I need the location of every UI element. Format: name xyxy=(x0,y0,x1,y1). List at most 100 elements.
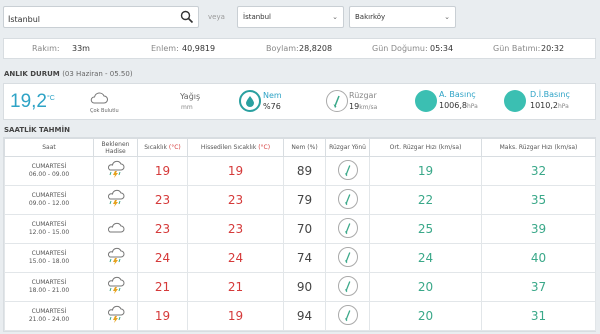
pressure-label: A. Basınç xyxy=(439,90,476,99)
feels-like-cell: 23 xyxy=(187,214,284,244)
row-day: CUMARTESİ xyxy=(31,163,67,170)
cloud-lightning-rain-icon xyxy=(106,247,126,267)
table-row: CUMARTESİ 06.00 - 09.00 19 19 89 19 32 xyxy=(4,156,596,186)
wind-direction-cell xyxy=(325,272,370,302)
longitude-value: 28,8208 xyxy=(299,44,333,53)
pressure-icon xyxy=(415,90,437,112)
time-cell: CUMARTESİ 06.00 - 09.00 xyxy=(4,156,94,186)
humidity-cell: 94 xyxy=(283,301,326,331)
row-day: CUMARTESİ xyxy=(31,279,67,286)
cloud-icon xyxy=(106,218,126,238)
humidity-cell: 90 xyxy=(283,272,326,302)
humidity-cell: 79 xyxy=(283,185,326,215)
event-cell xyxy=(93,214,138,244)
humidity-icon xyxy=(239,90,261,112)
pressure-value: 1006,8hPa xyxy=(439,101,478,110)
wind-direction-cell xyxy=(325,301,370,331)
wind-direction-cell xyxy=(325,156,370,186)
district-select-value: Bakırköy xyxy=(355,13,386,21)
wind-speed: 19 xyxy=(349,102,360,111)
search-icon[interactable] xyxy=(180,10,194,24)
current-conditions-title: ANLIK DURUM (03 Haziran - 05.50) xyxy=(4,70,133,78)
table-row: CUMARTESİ 12.00 - 15.00 23 23 70 25 39 xyxy=(4,214,596,244)
max-wind-speed-cell: 39 xyxy=(481,214,596,244)
col-header-sicaklik: Sıcaklık (°C) xyxy=(137,138,188,157)
current-temp-value: 19,2 xyxy=(10,91,47,112)
sea-level-pressure-icon xyxy=(504,90,526,112)
feels-like-cell: 23 xyxy=(187,185,284,215)
sunrise-value: 05:34 xyxy=(430,44,454,53)
current-subtitle: (03 Haziran - 05.50) xyxy=(62,70,133,78)
sunrise-label: Gün Doğumu: xyxy=(372,44,428,53)
table-row: CUMARTESİ 18.00 - 21.00 21 21 90 20 37 xyxy=(4,272,596,302)
search-input[interactable] xyxy=(4,9,174,30)
table-row: CUMARTESİ 15.00 - 18.00 24 24 74 24 40 xyxy=(4,243,596,273)
row-time: 09.00 - 12.00 xyxy=(28,200,70,207)
feels-like-cell: 19 xyxy=(187,301,284,331)
event-cell xyxy=(93,301,138,331)
sea-level-pressure-value: 1010,2hPa xyxy=(530,101,569,110)
wind-direction-cell xyxy=(325,185,370,215)
district-select[interactable]: Bakırköy ⌄ xyxy=(349,6,456,28)
event-cell xyxy=(93,156,138,186)
row-day: CUMARTESİ xyxy=(31,192,67,199)
search-field[interactable] xyxy=(3,6,199,30)
sea-level-pressure-unit: hPa xyxy=(558,103,569,110)
cloud-lightning-rain-icon xyxy=(106,189,126,209)
avg-wind-speed-cell: 19 xyxy=(369,156,482,186)
row-day: CUMARTESİ xyxy=(31,250,67,257)
cloud-lightning-rain-icon xyxy=(106,160,126,180)
max-wind-speed-cell: 37 xyxy=(481,272,596,302)
wind-direction-cell xyxy=(325,214,370,244)
avg-wind-speed-cell: 22 xyxy=(369,185,482,215)
table-header-row: Saat Beklenen Hadise Sıcaklık (°C) Hisse… xyxy=(4,138,596,157)
row-time: 21.00 - 24.00 xyxy=(28,316,70,323)
forecast-table: Saat Beklenen Hadise Sıcaklık (°C) Hisse… xyxy=(4,138,596,331)
row-time: 18.00 - 21.00 xyxy=(28,287,70,294)
condition-text: Çok Bulutlu xyxy=(90,108,119,114)
pressure-unit: hPa xyxy=(467,103,478,110)
feels-like-cell: 24 xyxy=(187,243,284,273)
humidity-label: Nem xyxy=(263,91,282,100)
province-select[interactable]: İstanbul ⌄ xyxy=(237,6,344,28)
time-cell: CUMARTESİ 18.00 - 21.00 xyxy=(4,272,94,302)
pressure-number: 1006,8 xyxy=(439,101,467,110)
sunset-label: Gün Batımı: xyxy=(493,44,541,53)
precipitation-unit: mm xyxy=(181,104,193,111)
max-wind-speed-cell: 32 xyxy=(481,156,596,186)
humidity-cell: 70 xyxy=(283,214,326,244)
longitude-label: Boylam: xyxy=(266,44,299,53)
temperature-cell: 23 xyxy=(137,214,188,244)
row-time: 15.00 - 18.00 xyxy=(28,258,70,265)
row-time: 12.00 - 15.00 xyxy=(28,229,70,236)
sea-level-pressure-number: 1010,2 xyxy=(530,101,558,110)
col-header-ort: Ort. Rüzgar Hızı (km/sa) xyxy=(369,138,482,157)
sea-level-pressure-label: D.İ.Basınç xyxy=(530,90,570,99)
col-header-saat: Saat xyxy=(4,138,94,157)
hourly-forecast-title: SAATLİK TAHMİN xyxy=(4,126,70,134)
precipitation-label: Yağış xyxy=(180,92,201,101)
feels-like-cell: 21 xyxy=(187,272,284,302)
chevron-down-icon: ⌄ xyxy=(444,13,450,21)
altitude-value: 33m xyxy=(72,44,90,53)
avg-wind-speed-cell: 24 xyxy=(369,243,482,273)
humidity-cell: 89 xyxy=(283,156,326,186)
table-row: CUMARTESİ 09.00 - 12.00 23 23 79 22 35 xyxy=(4,185,596,215)
current-temp-unit: °C xyxy=(46,95,55,102)
current-temperature: 19,2°C xyxy=(10,91,55,113)
sunset-value: 20:32 xyxy=(541,44,565,53)
col-header-nem: Nem (%) xyxy=(283,138,326,157)
humidity-cell: 74 xyxy=(283,243,326,273)
current-conditions-panel: 19,2°C Çok Bulutlu Yağış mm Nem %76 Rüzg… xyxy=(3,83,596,120)
chevron-down-icon: ⌄ xyxy=(332,13,338,21)
avg-wind-speed-cell: 25 xyxy=(369,214,482,244)
avg-wind-speed-cell: 20 xyxy=(369,272,482,302)
wind-direction-icon xyxy=(337,247,358,267)
humidity-value: %76 xyxy=(263,102,281,111)
temperature-cell: 23 xyxy=(137,185,188,215)
temperature-cell: 19 xyxy=(137,301,188,331)
row-day: CUMARTESİ xyxy=(31,308,67,315)
time-cell: CUMARTESİ 12.00 - 15.00 xyxy=(4,214,94,244)
temperature-cell: 24 xyxy=(137,243,188,273)
wind-direction-icon xyxy=(337,218,358,238)
